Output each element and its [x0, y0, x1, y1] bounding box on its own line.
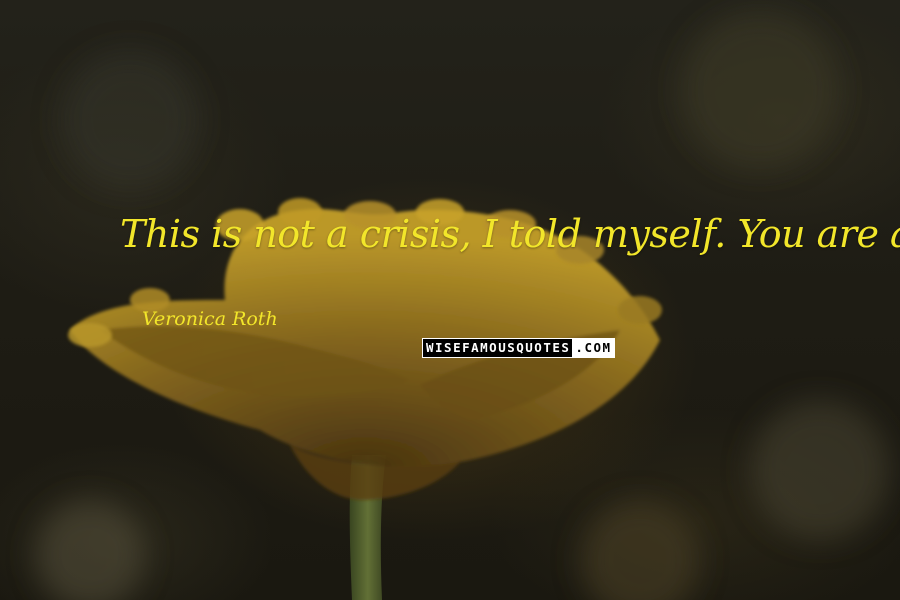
- watermark-main: WISEFAMOUSQUOTES: [423, 339, 573, 357]
- watermark-suffix: .COM: [572, 339, 614, 357]
- quote-image: This is not a crisis, I told myself. You…: [0, 0, 900, 600]
- quote-text: This is not a crisis, I told myself. You…: [120, 212, 900, 256]
- site-watermark: WISEFAMOUSQUOTES .COM: [422, 338, 615, 358]
- flower-illustration: [35, 10, 890, 600]
- quote-author: Veronica Roth: [142, 308, 278, 330]
